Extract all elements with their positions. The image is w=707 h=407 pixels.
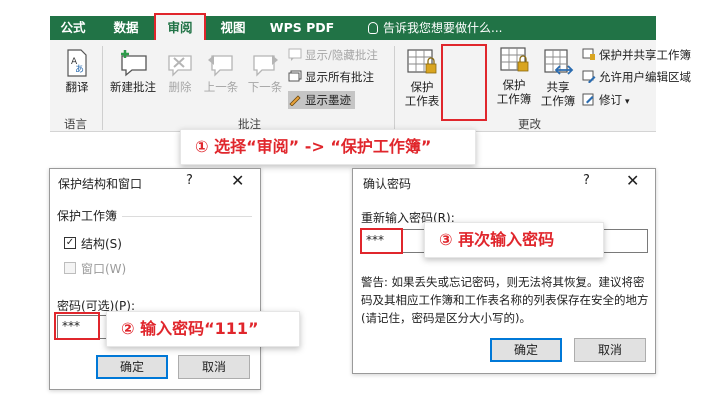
help-icon[interactable]: ? bbox=[583, 173, 590, 188]
allow-edit-ranges-icon bbox=[582, 70, 596, 84]
share-workbook-button[interactable]: 共享 工作簿 bbox=[538, 48, 578, 108]
ribbon-tab-bar: 公式 数据 审阅 视图 WPS PDF 告诉我您想要做什么... bbox=[50, 13, 656, 42]
review-ribbon: A あ 翻译 语言 新建批注 删除 上一条 下一条 显示/隐藏批注 显示所有批注… bbox=[50, 40, 691, 132]
dialog-title: 保护结构和窗口 bbox=[58, 177, 143, 191]
step3-callout: ③ 再次输入密码 bbox=[424, 222, 604, 258]
protect-workbook-icon bbox=[500, 47, 529, 72]
show-all-comments-button[interactable]: 显示所有批注 bbox=[288, 68, 374, 86]
show-hide-comment-label: 显示/隐藏批注 bbox=[305, 48, 378, 62]
confirm-password-dialog: 确认密码 ? ✕ 重新输入密码(R): *** 警告: 如果丢失或忘记密码，则无… bbox=[352, 168, 656, 374]
structure-label: 结构(S) bbox=[81, 237, 122, 251]
close-icon[interactable]: ✕ bbox=[231, 171, 244, 190]
cancel-button[interactable]: 取消 bbox=[574, 338, 646, 362]
previous-comment-icon bbox=[208, 55, 233, 77]
new-comment-label: 新建批注 bbox=[110, 80, 156, 94]
show-ink-label: 显示墨迹 bbox=[305, 93, 351, 107]
step2-text: ② 输入密码“111” bbox=[121, 319, 259, 338]
dropdown-arrow-icon: ▾ bbox=[625, 97, 630, 107]
windows-label: 窗口(W) bbox=[81, 262, 127, 276]
windows-checkbox[interactable] bbox=[64, 262, 76, 274]
protect-workbook-button[interactable]: 保护 工作簿 bbox=[493, 46, 535, 106]
show-hide-comment-button[interactable]: 显示/隐藏批注 bbox=[288, 46, 378, 64]
translate-icon: A あ bbox=[67, 49, 87, 77]
step3-text: ③ 再次输入密码 bbox=[439, 230, 555, 249]
section-divider bbox=[122, 216, 252, 217]
protect-sheet-label-2: 工作表 bbox=[404, 94, 440, 108]
tab-review[interactable]: 审阅 bbox=[154, 13, 206, 42]
protect-share-icon bbox=[582, 48, 596, 61]
help-icon[interactable]: ? bbox=[186, 173, 193, 188]
delete-comment-button[interactable]: 删除 bbox=[162, 48, 198, 94]
tab-view[interactable]: 视图 bbox=[210, 16, 256, 40]
share-workbook-label-2: 工作簿 bbox=[540, 94, 576, 108]
ok-button[interactable]: 确定 bbox=[490, 338, 562, 362]
translate-label: 翻译 bbox=[65, 80, 89, 94]
share-workbook-label-1: 共享 bbox=[546, 80, 570, 94]
next-comment-icon bbox=[253, 55, 278, 77]
protect-and-share-label: 保护并共享工作簿 bbox=[599, 48, 691, 62]
step1-text: ① 选择“审阅” -> “保护工作簿” bbox=[195, 137, 432, 156]
track-changes-label: 修订 bbox=[599, 93, 622, 107]
allow-edit-ranges-button[interactable]: 允许用户编辑区域 bbox=[582, 68, 691, 86]
new-comment-button[interactable]: 新建批注 bbox=[106, 48, 160, 94]
new-comment-icon bbox=[121, 50, 147, 77]
track-changes-button[interactable]: 修订 ▾ bbox=[582, 91, 630, 109]
show-all-comments-label: 显示所有批注 bbox=[305, 70, 374, 84]
show-hide-comment-icon bbox=[288, 48, 302, 61]
protect-workbook-label-1: 保护 bbox=[502, 78, 526, 92]
group-changes-label: 更改 bbox=[518, 117, 541, 131]
svg-text:あ: あ bbox=[75, 64, 84, 75]
password-highlight bbox=[54, 312, 100, 340]
next-label: 下一条 bbox=[247, 80, 283, 94]
step1-callout: ① 选择“审阅” -> “保护工作簿” bbox=[180, 129, 476, 165]
previous-comment-button[interactable]: 上一条 bbox=[200, 48, 242, 94]
protect-and-share-button[interactable]: 保护并共享工作簿 bbox=[582, 46, 691, 64]
allow-edit-ranges-label: 允许用户编辑区域 bbox=[599, 70, 691, 84]
protect-workbook-highlight bbox=[441, 44, 487, 121]
share-workbook-icon bbox=[544, 49, 574, 75]
reenter-password-highlight bbox=[360, 228, 403, 254]
previous-label: 上一条 bbox=[203, 80, 239, 94]
track-changes-icon bbox=[582, 93, 596, 106]
protect-sheet-button[interactable]: 保护 工作表 bbox=[402, 48, 442, 108]
translate-button[interactable]: A あ 翻译 bbox=[58, 48, 96, 94]
group-separator bbox=[102, 46, 103, 130]
step2-callout: ② 输入密码“111” bbox=[106, 311, 300, 347]
show-all-comments-icon bbox=[288, 70, 302, 83]
protect-workbook-section-label: 保护工作簿 bbox=[57, 209, 118, 223]
warning-text: 警告: 如果丢失或忘记密码，则无法将其恢复。建议将密码及其相应工作簿和工作表名称… bbox=[361, 275, 649, 325]
group-separator bbox=[394, 46, 395, 130]
tab-formulas[interactable]: 公式 bbox=[50, 16, 96, 40]
delete-comment-icon bbox=[168, 55, 192, 77]
structure-checkbox[interactable]: ✓ bbox=[64, 237, 76, 249]
tell-me-text: 告诉我您想要做什么... bbox=[383, 21, 503, 35]
protect-sheet-icon bbox=[407, 49, 437, 74]
protect-sheet-label-1: 保护 bbox=[410, 80, 434, 94]
next-comment-button[interactable]: 下一条 bbox=[244, 48, 286, 94]
show-ink-button[interactable]: 显示墨迹 bbox=[288, 91, 355, 109]
tell-me-box[interactable]: 告诉我您想要做什么... bbox=[368, 16, 502, 40]
protect-structure-dialog: 保护结构和窗口 ? ✕ 保护工作簿 ✓ 结构(S) 窗口(W) 密码(可选)(P… bbox=[49, 168, 261, 390]
ok-button[interactable]: 确定 bbox=[96, 355, 168, 379]
cancel-button[interactable]: 取消 bbox=[178, 355, 250, 379]
lightbulb-icon bbox=[368, 22, 378, 34]
tab-wps-pdf[interactable]: WPS PDF bbox=[264, 16, 340, 40]
delete-label: 删除 bbox=[168, 80, 192, 94]
protect-workbook-label-2: 工作簿 bbox=[496, 92, 532, 106]
tab-data[interactable]: 数据 bbox=[102, 16, 150, 40]
dialog-title: 确认密码 bbox=[363, 177, 412, 191]
close-icon[interactable]: ✕ bbox=[626, 171, 639, 190]
ink-icon bbox=[288, 93, 302, 107]
group-language-label: 语言 bbox=[64, 117, 87, 131]
